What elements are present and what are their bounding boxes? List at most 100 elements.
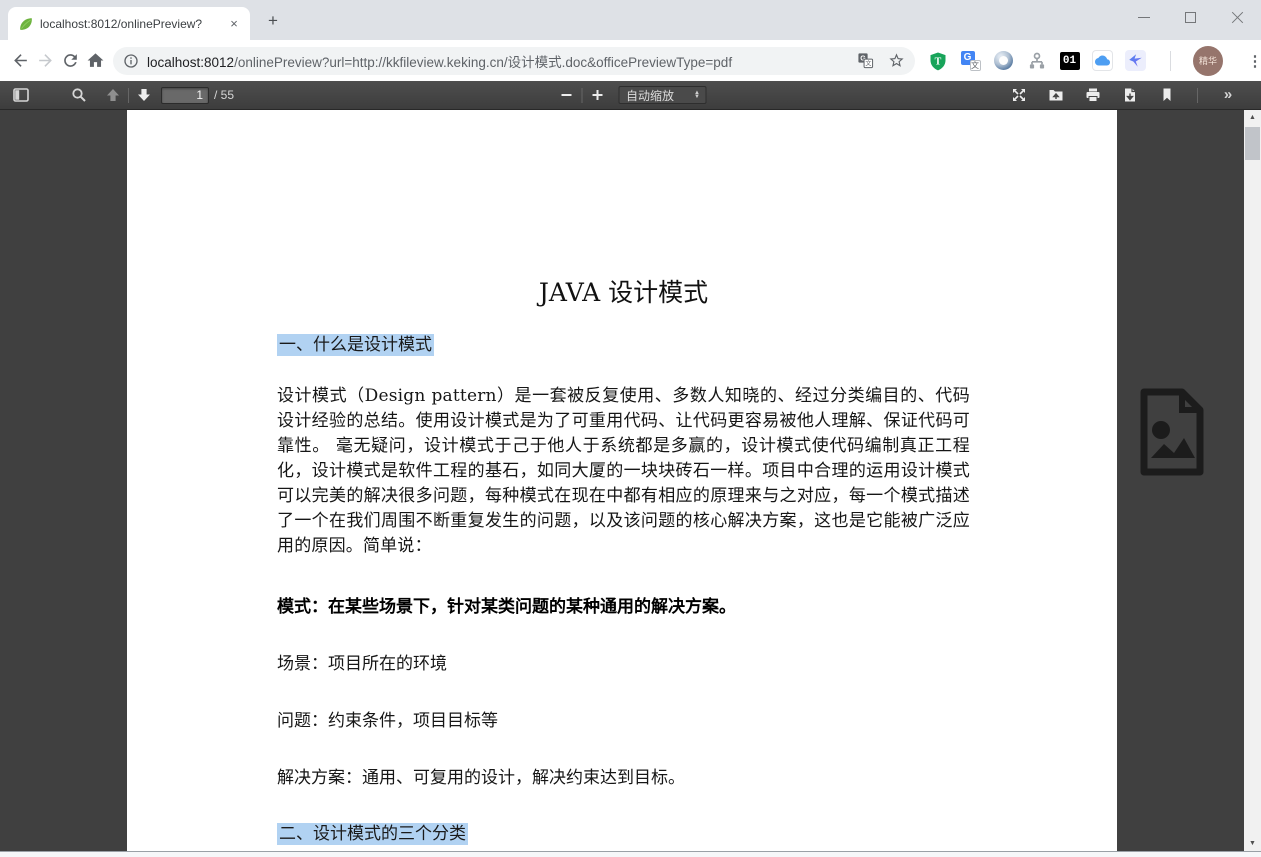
- url-text[interactable]: localhost:8012/onlinePreview?url=http://…: [147, 51, 849, 71]
- scene-line: 场景：项目所在的环境: [277, 649, 970, 674]
- bird-icon: [1128, 53, 1143, 68]
- sidebar-toggle-icon: [13, 87, 29, 103]
- download-button[interactable]: [1119, 84, 1141, 106]
- sitemap-icon: [1027, 51, 1047, 71]
- zoom-in-button[interactable]: [586, 84, 608, 106]
- next-page-button[interactable]: [133, 84, 155, 106]
- open-file-icon: [1048, 87, 1064, 103]
- section2-heading: 二、设计模式的三个分类: [277, 819, 970, 844]
- cloud-icon: [1095, 53, 1110, 68]
- solution-line: 解决方案：通用、可复用的设计，解决约束达到目标。: [277, 763, 970, 788]
- cloud-extension-button[interactable]: [1092, 50, 1113, 71]
- pdf-page: JAVA 设计模式 一、什么是设计模式 设计模式（Design pattern）…: [127, 110, 1117, 851]
- zoom-level-value: 自动缩放: [626, 87, 674, 104]
- extension-row: T G 文 01: [927, 46, 1261, 76]
- browser-menu-button[interactable]: ⋮: [1245, 52, 1261, 70]
- sitemap-extension-button[interactable]: [1026, 50, 1047, 71]
- new-tab-button[interactable]: +: [260, 11, 286, 33]
- close-icon: [1231, 11, 1244, 24]
- pattern-definition-line: 模式：在某些场景下，针对某类问题的某种通用的解决方案。: [277, 592, 970, 617]
- url-host: localhost:8012: [147, 55, 234, 70]
- shield-extension-button[interactable]: T: [927, 50, 948, 71]
- bookmark-view-icon: [1159, 87, 1175, 103]
- open-file-button[interactable]: [1045, 84, 1067, 106]
- shield-icon: T: [928, 51, 948, 71]
- toolbar-separator: [128, 88, 129, 103]
- ring-icon: [994, 51, 1013, 70]
- home-icon: [86, 51, 105, 70]
- document-title: JAVA 设计模式: [277, 273, 970, 309]
- page-total-label: / 55: [214, 88, 234, 102]
- scrollbar-thumb[interactable]: [1245, 127, 1260, 160]
- reload-icon: [61, 51, 80, 70]
- window-controls: [1120, 0, 1261, 34]
- select-arrows-icon: ▲▼: [694, 91, 700, 99]
- download-icon: [1122, 87, 1138, 103]
- translate-wen: 文: [970, 60, 981, 71]
- translate-page-icon[interactable]: G 文: [857, 52, 874, 69]
- spring-leaf-favicon: [18, 16, 34, 32]
- previous-page-button[interactable]: [102, 84, 124, 106]
- reload-button[interactable]: [61, 47, 80, 75]
- info-icon[interactable]: [123, 53, 139, 69]
- page-number-input[interactable]: [161, 87, 209, 104]
- zoom-out-icon: [558, 87, 574, 103]
- tab-close-icon[interactable]: ×: [226, 16, 242, 32]
- tab-strip: localhost:8012/onlinePreview? × +: [0, 0, 1261, 40]
- broken-image-icon: [1138, 388, 1206, 476]
- ring-extension-button[interactable]: [993, 50, 1014, 71]
- section1-heading: 一、什么是设计模式: [277, 330, 970, 355]
- scroll-down-button[interactable]: ▼: [1244, 836, 1261, 851]
- pdf-viewer-area: JAVA 设计模式 一、什么是设计模式 设计模式（Design pattern）…: [0, 110, 1261, 851]
- address-bar: localhost:8012/onlinePreview?url=http://…: [0, 40, 1261, 81]
- tab-title: localhost:8012/onlinePreview?: [40, 17, 220, 31]
- page-down-icon: [136, 87, 152, 103]
- pdf-toolbar-center: 自动缩放 ▲▼: [555, 81, 706, 109]
- print-button[interactable]: [1082, 84, 1104, 106]
- minimize-icon: [1138, 17, 1150, 18]
- omnibox-actions: G 文: [857, 52, 905, 69]
- translate-extension-button[interactable]: G 文: [960, 50, 981, 71]
- profile-avatar[interactable]: 精华: [1193, 46, 1223, 76]
- search-icon: [71, 87, 87, 103]
- forward-button[interactable]: [36, 47, 55, 75]
- zoom-out-button[interactable]: [555, 84, 577, 106]
- highlighted-text: 二、设计模式的三个分类: [277, 823, 468, 845]
- bird-extension-button[interactable]: [1125, 50, 1146, 71]
- maximize-icon: [1185, 12, 1196, 23]
- bookmark-star-icon[interactable]: [888, 52, 905, 69]
- translate-extension-icon: G 文: [961, 51, 981, 71]
- forward-icon: [36, 51, 55, 70]
- url-path: /onlinePreview?url=http://kkfileview.kek…: [234, 55, 732, 70]
- window-close-button[interactable]: [1214, 0, 1261, 34]
- toolbar-divider: [1170, 51, 1171, 71]
- window-maximize-button[interactable]: [1167, 0, 1214, 34]
- pdf-toolbar-left: / 55: [10, 81, 234, 109]
- zoom-in-icon: [589, 87, 605, 103]
- toolbar-separator: [581, 88, 582, 103]
- more-tools-button[interactable]: »: [1217, 84, 1239, 106]
- vertical-scrollbar[interactable]: ▲ ▼: [1244, 110, 1261, 851]
- toolbar-separator: [1197, 88, 1198, 103]
- presentation-mode-icon: [1011, 87, 1027, 103]
- bookmark-view-button[interactable]: [1156, 84, 1178, 106]
- home-button[interactable]: [86, 47, 105, 75]
- window-minimize-button[interactable]: [1120, 0, 1167, 34]
- document-content: JAVA 设计模式 一、什么是设计模式 设计模式（Design pattern）…: [127, 110, 1117, 851]
- back-icon: [11, 51, 30, 70]
- section1-paragraph: 设计模式（Design pattern）是一套被反复使用、多数人知晓的、经过分类…: [277, 384, 970, 559]
- problem-line: 问题：约束条件，项目目标等: [277, 706, 970, 731]
- scroll-up-button[interactable]: ▲: [1244, 110, 1261, 125]
- browser-tab[interactable]: localhost:8012/onlinePreview? ×: [8, 7, 250, 40]
- sidebar-toggle-button[interactable]: [10, 84, 32, 106]
- presentation-mode-button[interactable]: [1008, 84, 1030, 106]
- badge-01-extension-button[interactable]: 01: [1059, 50, 1080, 71]
- print-icon: [1085, 87, 1101, 103]
- pdf-toolbar: / 55 自动缩放 ▲▼: [0, 81, 1261, 110]
- omnibox[interactable]: localhost:8012/onlinePreview?url=http://…: [113, 47, 915, 75]
- svg-text:T: T: [934, 56, 941, 67]
- window-bottom-edge: [0, 851, 1261, 857]
- back-button[interactable]: [11, 47, 30, 75]
- search-button[interactable]: [68, 84, 90, 106]
- zoom-level-select[interactable]: 自动缩放 ▲▼: [618, 86, 706, 104]
